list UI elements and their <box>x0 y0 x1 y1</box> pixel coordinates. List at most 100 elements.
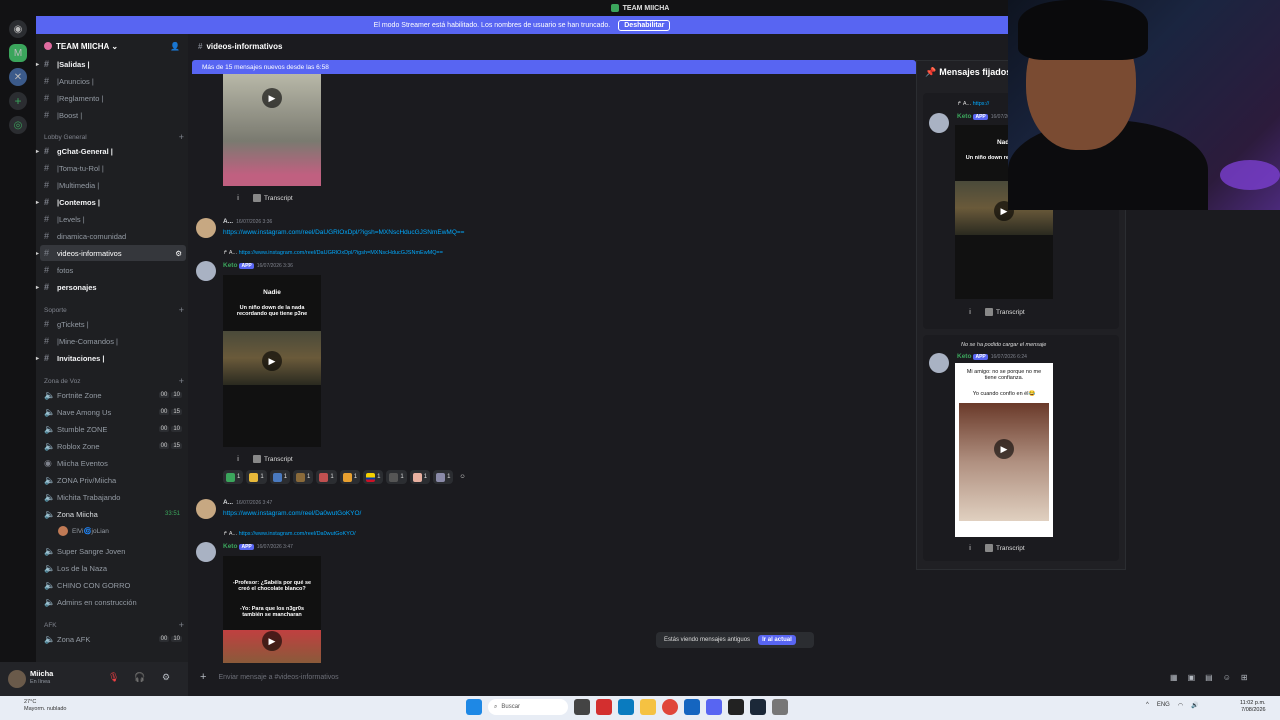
headphones-icon[interactable]: 🎧 <box>134 672 145 683</box>
avatar[interactable] <box>929 353 949 373</box>
voice-michita-trabajando[interactable]: 🔈 Michita Trabajando <box>40 489 186 505</box>
video-embed[interactable]: Nadie Un niño down de la nada recordando… <box>223 275 321 447</box>
channel-toma-tu-rol[interactable]: # |Toma-tu-Rol | <box>40 160 186 176</box>
info-icon[interactable]: i <box>965 307 975 317</box>
avatar[interactable] <box>929 113 949 133</box>
new-messages-bar[interactable]: Más de 15 mensajes nuevos desde las 6:58 <box>192 60 916 74</box>
task-view-icon[interactable] <box>574 699 590 715</box>
avatar[interactable] <box>196 499 216 519</box>
emoji-icon[interactable]: ☺ <box>1223 673 1231 682</box>
reply-preview[interactable]: ↱ A... https:// <box>957 101 989 107</box>
video-embed[interactable]: Mi amigo: no se porque no me tiene confi… <box>955 363 1053 537</box>
chrome-icon[interactable] <box>662 699 678 715</box>
info-icon[interactable]: i <box>965 543 975 553</box>
category-afk[interactable]: AFK + <box>44 619 184 631</box>
reaction[interactable]: 1 <box>246 470 267 484</box>
discord-home-icon[interactable]: ◉ <box>9 20 27 38</box>
sticker-icon[interactable]: ▤ <box>1205 673 1213 682</box>
info-icon[interactable]: i <box>233 454 243 464</box>
file-explorer-icon[interactable] <box>640 699 656 715</box>
play-icon[interactable]: ▶ <box>262 88 282 108</box>
voice-roblox-zone[interactable]: 🔈 Roblox Zone 00 15 <box>40 438 186 454</box>
bot-author[interactable]: Keto APP 16/07/2026 3:36 <box>223 262 293 269</box>
channel-dinamica-comunidad[interactable]: # dinamica-comunidad <box>40 228 186 244</box>
reaction[interactable]: 1 <box>223 470 244 484</box>
composer-placeholder[interactable]: Enviar mensaje a #videos-informativos <box>218 674 338 681</box>
reply-preview[interactable]: ↱ A... https://www.instagram.com/reel/Da… <box>223 531 356 537</box>
channel-chat-general[interactable]: ▸ # gChat-General | <box>36 143 186 159</box>
voice-nave-among-us[interactable]: 🔈 Nave Among Us 00 15 <box>40 404 186 420</box>
settings-gear-icon[interactable]: ⚙ <box>162 672 170 683</box>
bot-author[interactable]: Keto APP 16/07/2026 6:24 <box>957 353 1027 360</box>
transcript-button[interactable]: Transcript <box>253 194 293 202</box>
voice-zona-afk[interactable]: 🔈 Zona AFK 00 10 <box>40 631 186 647</box>
category-soporte[interactable]: Soporte + <box>44 304 184 316</box>
taskbar-search[interactable]: ⌕ Buscar <box>488 699 568 715</box>
channel-multimedia[interactable]: # |Multimedia | <box>40 177 186 193</box>
avatar[interactable] <box>196 542 216 562</box>
chevron-up-icon[interactable]: ^ <box>1146 702 1149 709</box>
steam-icon[interactable] <box>750 699 766 715</box>
mute-mic-icon[interactable]: 🎙 <box>108 672 119 683</box>
category-zona-de-voz[interactable]: Zona de Voz + <box>44 375 184 387</box>
message-author[interactable]: A... 16/07/2026 3:47 <box>223 499 272 506</box>
transcript-button[interactable]: Transcript <box>253 455 293 463</box>
wifi-icon[interactable]: ◠ <box>1178 702 1183 709</box>
channel-boost[interactable]: # |Boost | <box>40 107 186 123</box>
channel-mine-comandos[interactable]: # |Mine-Comandos | <box>40 333 186 349</box>
avatar[interactable] <box>8 670 26 688</box>
avatar[interactable] <box>196 261 216 281</box>
channel-fotos[interactable]: # fotos <box>40 262 186 278</box>
video-embed-top[interactable]: ▶ <box>223 74 321 186</box>
voice-miicha-eventos[interactable]: ◉ Miicha Eventos <box>40 455 186 471</box>
apps-icon[interactable]: ⊞ <box>1241 673 1248 682</box>
server-header[interactable]: TEAM MIICHA ⌄ 👤 <box>36 34 188 58</box>
add-server-icon[interactable]: + <box>9 92 27 110</box>
jump-to-present-button[interactable]: Ir al actual <box>758 635 796 645</box>
message-composer[interactable]: + Enviar mensaje a #videos-informativos <box>192 668 1002 686</box>
bot-author[interactable]: Keto APP 16/07/2026 <box>957 113 1016 120</box>
reaction[interactable]: 1 <box>293 470 314 484</box>
discord-icon[interactable] <box>706 699 722 715</box>
info-icon[interactable]: i <box>233 193 243 203</box>
voice-stumble-zone[interactable]: 🔈 Stumble ZONE 00 10 <box>40 421 186 437</box>
voice-member[interactable]: ElVi🌀joLian <box>54 523 186 539</box>
language-indicator[interactable]: ENG <box>1157 702 1170 709</box>
server-team-miicha-icon[interactable]: M <box>9 44 27 62</box>
reaction[interactable]: 1 <box>409 470 431 484</box>
play-icon[interactable]: ▶ <box>262 631 282 651</box>
weather-widget[interactable]: 27°C Mayorm. nublado <box>24 699 67 713</box>
channel-levels[interactable]: # |Levels | <box>40 211 186 227</box>
reaction[interactable]: 1 <box>433 470 454 484</box>
voice-los-de-la-naza[interactable]: 🔈 Los de la Naza <box>40 560 186 576</box>
video-embed[interactable]: -Profesor: ¿Sabéis por qué se creó el ch… <box>223 556 321 663</box>
edge-icon[interactable] <box>618 699 634 715</box>
channel-personajes[interactable]: ▸ # personajes <box>36 279 186 295</box>
voice-chino-con-gorro[interactable]: 🔈 CHINO CON GORRO <box>40 577 186 593</box>
reaction[interactable]: 1 <box>386 470 407 484</box>
voice-zona-miicha[interactable]: 🔈 Zona Miicha 33:51 <box>40 506 186 522</box>
channel-videos-informativos[interactable]: ▸ # videos-informativos ⚙ <box>36 245 186 261</box>
bot-author[interactable]: Keto APP 16/07/2026 3:47 <box>223 543 293 550</box>
add-attachment-icon[interactable]: + <box>200 671 206 683</box>
app-icon[interactable] <box>684 699 700 715</box>
voice-admins-en-construccion[interactable]: 🔈 Admins en construcción <box>40 594 186 610</box>
category-lobby-general[interactable]: Lobby General + <box>44 131 184 143</box>
reaction[interactable]: 1 <box>339 470 361 484</box>
channel-reglamento[interactable]: # |Reglamento | <box>40 90 186 106</box>
channel-salidas[interactable]: ▸ # |Salidas | <box>36 56 186 72</box>
app-icon[interactable] <box>728 699 744 715</box>
gear-icon[interactable]: ⚙ <box>175 249 182 258</box>
gift-icon[interactable]: ▦ <box>1170 673 1178 682</box>
channel-anuncios[interactable]: # |Anuncios | <box>40 73 186 89</box>
explore-icon[interactable]: ◎ <box>9 116 27 134</box>
reaction[interactable]: 1 <box>316 470 337 484</box>
avatar[interactable] <box>196 218 216 238</box>
reaction[interactable]: 1 <box>269 470 291 484</box>
channel-invitaciones[interactable]: ▸ # Invitaciones | <box>36 350 186 366</box>
message-link[interactable]: https://www.instagram.com/reel/Da0wutGoK… <box>223 510 361 517</box>
volume-icon[interactable]: 🔊 <box>1191 702 1198 709</box>
add-member-icon[interactable]: 👤 <box>170 42 180 51</box>
add-reaction-icon[interactable]: ☺ <box>456 470 468 484</box>
taskbar-clock[interactable]: 11:02 p.m. 7/08/2026 <box>1240 700 1266 714</box>
